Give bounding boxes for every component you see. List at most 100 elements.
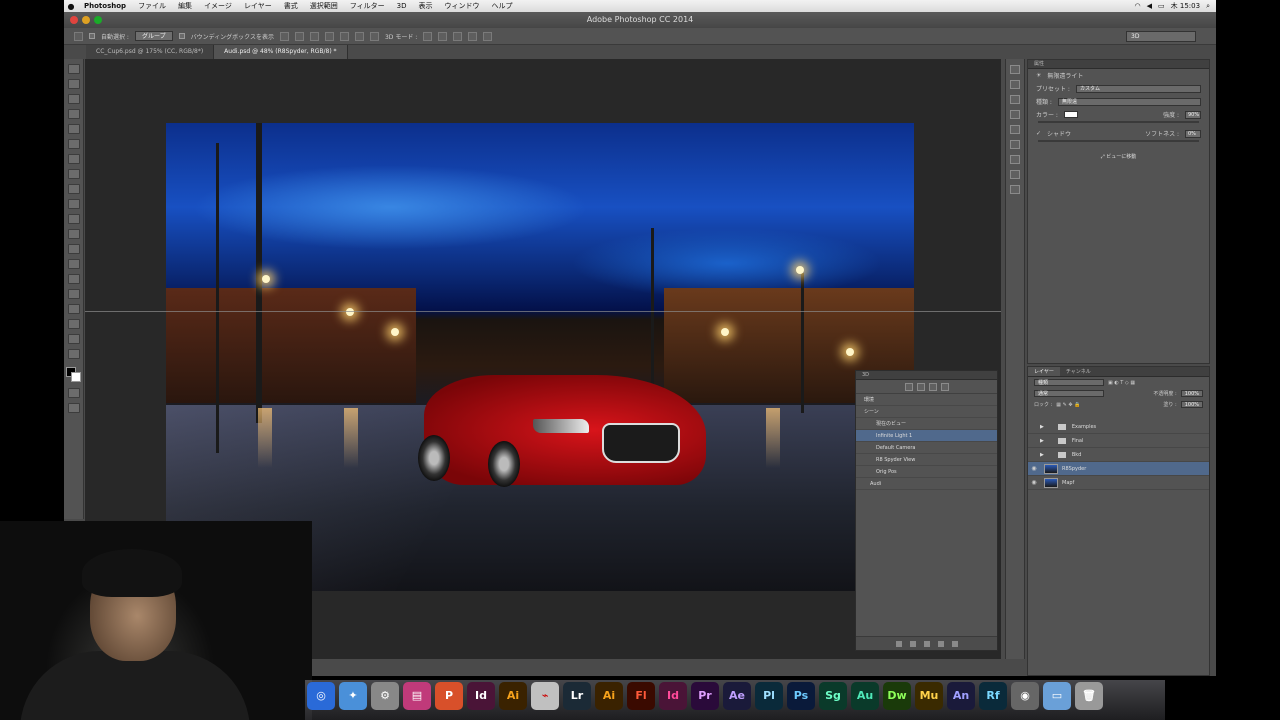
menu-type[interactable]: 書式 xyxy=(278,1,304,11)
expand-arrow-icon[interactable]: ▶ xyxy=(1040,424,1044,430)
illustrator-icon[interactable]: Ai xyxy=(595,682,623,710)
dreamweaver-icon[interactable]: Dw xyxy=(883,682,911,710)
mesh-filter-icon[interactable] xyxy=(916,382,925,391)
distribute-icon[interactable] xyxy=(369,31,379,41)
gradient-tool-icon[interactable] xyxy=(67,229,80,239)
indesign-icon[interactable]: Id xyxy=(467,682,495,710)
eye-icon[interactable]: ◉ xyxy=(1028,479,1040,486)
scene-item[interactable]: シーン xyxy=(856,406,997,418)
roll-3d-icon[interactable] xyxy=(438,31,448,41)
light-color-swatch[interactable] xyxy=(1063,111,1078,118)
orbit-3d-icon[interactable] xyxy=(423,31,433,41)
tab-cc-cup[interactable]: CC_Cup6.psd @ 175% (CC, RGB/8*) xyxy=(86,45,215,59)
slide-3d-icon[interactable] xyxy=(468,31,478,41)
color-swatches[interactable] xyxy=(65,367,82,383)
scene-item[interactable]: Default Camera xyxy=(856,442,997,454)
expand-arrow-icon[interactable]: ▶ xyxy=(1040,452,1044,458)
reflow-icon[interactable]: Rf xyxy=(979,682,1007,710)
horizontal-guide[interactable] xyxy=(85,311,1001,312)
shadow-checkbox-icon[interactable]: ✓ xyxy=(1036,130,1041,137)
kind-dropdown[interactable]: 無限遠 xyxy=(1057,97,1201,106)
styles-icon[interactable] xyxy=(1010,95,1020,104)
menu-filter[interactable]: フィルター xyxy=(344,1,391,11)
opacity-input[interactable]: 100% xyxy=(1180,390,1203,397)
background-color-swatch[interactable] xyxy=(70,372,81,382)
type-tool-icon[interactable] xyxy=(67,289,80,299)
menu-view[interactable]: 表示 xyxy=(412,1,438,11)
workspace-select[interactable]: 3D xyxy=(1126,31,1196,42)
move-tool-icon[interactable] xyxy=(74,31,83,41)
blur-tool-icon[interactable] xyxy=(67,244,80,254)
render-icon[interactable] xyxy=(909,640,916,647)
premiere-icon[interactable]: Pr xyxy=(691,682,719,710)
ground-plane-icon[interactable] xyxy=(923,640,930,647)
menu-help[interactable]: ヘルプ xyxy=(485,1,518,11)
safari-icon[interactable]: ✦ xyxy=(339,682,367,710)
tool-presets-icon[interactable] xyxy=(1010,170,1020,179)
crop-tool-icon[interactable] xyxy=(67,124,80,134)
expand-arrow-icon[interactable]: ▶ xyxy=(1040,438,1044,444)
lasso-tool-icon[interactable] xyxy=(67,94,80,104)
intensity-slider[interactable] xyxy=(1038,121,1199,123)
app-icon[interactable]: ▤ xyxy=(403,682,431,710)
layer-kind-filter[interactable]: 種類 xyxy=(1034,379,1104,386)
menu-file[interactable]: ファイル xyxy=(132,1,172,11)
quick-mask-icon[interactable] xyxy=(67,388,80,398)
healing-brush-tool-icon[interactable] xyxy=(67,154,80,164)
clone-stamp-tool-icon[interactable] xyxy=(67,184,80,194)
animate-icon[interactable]: An xyxy=(947,682,975,710)
chrome-icon[interactable]: ◎ xyxy=(307,682,335,710)
swatches-icon[interactable] xyxy=(1010,110,1020,119)
align-right-icon[interactable] xyxy=(354,31,364,41)
acrobat-icon[interactable]: ⌁ xyxy=(531,682,559,710)
auto-select-checkbox[interactable] xyxy=(89,33,95,39)
light-filter-icon[interactable] xyxy=(940,382,949,391)
wifi-icon[interactable]: ◠ xyxy=(1135,2,1141,10)
preset-dropdown[interactable]: カスタム xyxy=(1075,84,1201,93)
eraser-tool-icon[interactable] xyxy=(67,214,80,224)
lightroom-icon[interactable]: Lr xyxy=(563,682,591,710)
zoom-window-button[interactable] xyxy=(94,16,102,24)
intensity-input[interactable]: 90% xyxy=(1185,110,1201,119)
scene-filter-icon[interactable] xyxy=(904,382,913,391)
layer-row[interactable]: ▶ Bkd xyxy=(1028,448,1209,462)
photoshop-icon[interactable]: Ps xyxy=(787,682,815,710)
move-to-view-button[interactable]: ⤢ ビューに移動 xyxy=(1084,152,1154,162)
blend-mode-select[interactable]: 通常 xyxy=(1034,390,1104,397)
speedgrade-icon[interactable]: Sg xyxy=(819,682,847,710)
menu-layer[interactable]: レイヤー xyxy=(238,1,278,11)
layer-row[interactable]: ▶ Examples xyxy=(1028,420,1209,434)
audition-icon[interactable]: Au xyxy=(851,682,879,710)
menu-select[interactable]: 選択範囲 xyxy=(304,1,344,11)
pan-3d-icon[interactable] xyxy=(453,31,463,41)
menu-3d[interactable]: 3D xyxy=(391,2,413,10)
tab-layers[interactable]: レイヤー xyxy=(1028,367,1060,376)
menu-edit[interactable]: 編集 xyxy=(172,1,198,11)
add-light-icon[interactable] xyxy=(895,640,902,647)
dodge-tool-icon[interactable] xyxy=(67,259,80,269)
zoom-tool-icon[interactable] xyxy=(67,349,80,359)
quick-select-tool-icon[interactable] xyxy=(67,109,80,119)
material-filter-icon[interactable] xyxy=(928,382,937,391)
scene-item[interactable]: 環境 xyxy=(856,394,997,406)
tab-audi[interactable]: Audi.psd @ 48% (R8Spyder, RGB/8) * xyxy=(214,45,348,59)
character-icon[interactable] xyxy=(1010,140,1020,149)
eyedropper-tool-icon[interactable] xyxy=(67,139,80,149)
path-select-tool-icon[interactable] xyxy=(67,304,80,314)
utility-icon[interactable]: ⚙ xyxy=(371,682,399,710)
hand-tool-icon[interactable] xyxy=(67,334,80,344)
layer-row[interactable]: ▶ Final xyxy=(1028,434,1209,448)
pen-tool-icon[interactable] xyxy=(67,274,80,284)
trash-icon[interactable]: 🗑 xyxy=(1075,682,1103,710)
show-transform-checkbox[interactable] xyxy=(178,33,185,39)
softness-slider[interactable] xyxy=(1038,140,1199,142)
apple-icon[interactable]: ● xyxy=(64,2,78,11)
align-top-icon[interactable] xyxy=(279,31,289,41)
muse-icon[interactable]: Mu xyxy=(915,682,943,710)
fill-input[interactable]: 100% xyxy=(1180,401,1203,408)
evernote-icon[interactable]: ◉ xyxy=(1011,682,1039,710)
screen-mode-icon[interactable] xyxy=(67,403,80,413)
brush-tool-icon[interactable] xyxy=(67,169,80,179)
layer-row[interactable]: ◉ Mapf xyxy=(1028,476,1209,490)
navigator-icon[interactable] xyxy=(1010,185,1020,194)
